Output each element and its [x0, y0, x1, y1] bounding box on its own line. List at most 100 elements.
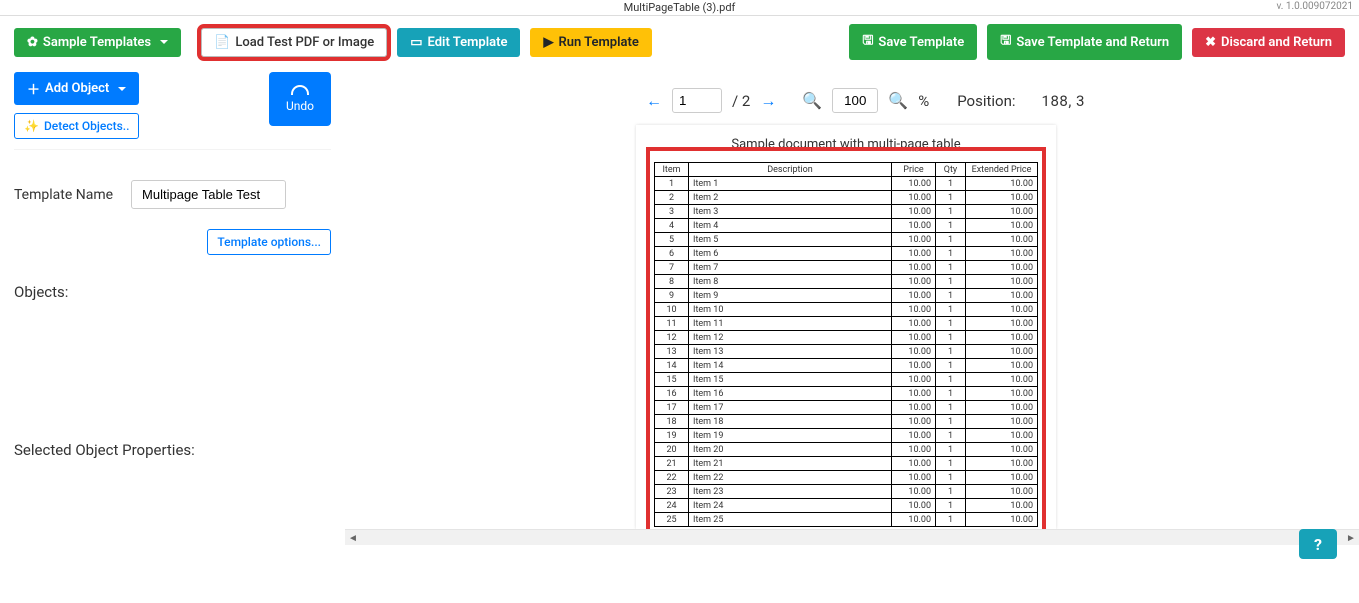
- cell-item: 21: [655, 457, 689, 471]
- undo-button[interactable]: Undo: [269, 72, 331, 126]
- table-row: 8Item 810.00110.00: [655, 275, 1038, 289]
- cell-price: 10.00: [892, 373, 936, 387]
- cell-extended: 10.00: [966, 373, 1038, 387]
- run-template-button[interactable]: ▶ Run Template: [530, 28, 651, 57]
- cell-extended: 10.00: [966, 233, 1038, 247]
- add-object-dropdown[interactable]: ＋ Add Object: [14, 72, 139, 105]
- cell-item: 10: [655, 303, 689, 317]
- detect-objects-button[interactable]: ✨ Detect Objects..: [14, 113, 139, 139]
- discard-return-label: Discard and Return: [1221, 35, 1332, 50]
- cell-extended: 10.00: [966, 345, 1038, 359]
- cell-price: 10.00: [892, 317, 936, 331]
- cell-description: Item 7: [689, 261, 892, 275]
- cell-description: Item 12: [689, 331, 892, 345]
- cell-qty: 1: [936, 429, 966, 443]
- cell-item: 6: [655, 247, 689, 261]
- cell-qty: 1: [936, 247, 966, 261]
- prev-page-button[interactable]: ←: [646, 91, 662, 111]
- scroll-left-button[interactable]: ◄: [345, 530, 361, 546]
- cell-price: 10.00: [892, 191, 936, 205]
- page-number-input[interactable]: [672, 88, 722, 113]
- cell-item: 9: [655, 289, 689, 303]
- sample-templates-dropdown[interactable]: ✿ Sample Templates: [14, 28, 181, 57]
- cell-description: Item 25: [689, 513, 892, 527]
- cell-qty: 1: [936, 331, 966, 345]
- zoom-in-button[interactable]: 🔍: [888, 91, 908, 110]
- cell-qty: 1: [936, 345, 966, 359]
- save-icon: 🖫: [1000, 31, 1011, 53]
- horizontal-scrollbar[interactable]: ◄ ►: [345, 529, 1359, 545]
- scroll-right-button[interactable]: ►: [1343, 530, 1359, 546]
- template-name-input[interactable]: [131, 180, 286, 209]
- cell-item: 2: [655, 191, 689, 205]
- cell-qty: 1: [936, 177, 966, 191]
- cell-item: 25: [655, 513, 689, 527]
- cell-item: 12: [655, 331, 689, 345]
- cell-qty: 1: [936, 373, 966, 387]
- cell-item: 5: [655, 233, 689, 247]
- cell-description: Item 20: [689, 443, 892, 457]
- cell-extended: 10.00: [966, 303, 1038, 317]
- app-version: v. 1.0.009072021: [1276, 1, 1353, 12]
- cell-price: 10.00: [892, 401, 936, 415]
- cell-price: 10.00: [892, 513, 936, 527]
- edit-template-button[interactable]: ▭ Edit Template: [397, 28, 520, 57]
- cell-description: Item 18: [689, 415, 892, 429]
- table-row: 3Item 310.00110.00: [655, 205, 1038, 219]
- cell-price: 10.00: [892, 261, 936, 275]
- cell-qty: 1: [936, 317, 966, 331]
- cell-price: 10.00: [892, 359, 936, 373]
- cell-extended: 10.00: [966, 457, 1038, 471]
- next-page-button[interactable]: →: [760, 91, 776, 111]
- cell-extended: 10.00: [966, 205, 1038, 219]
- cell-extended: 10.00: [966, 471, 1038, 485]
- objects-section-label: Objects:: [14, 283, 331, 301]
- save-template-button[interactable]: 🖫 Save Template: [849, 24, 977, 60]
- cell-price: 10.00: [892, 219, 936, 233]
- table-row: 6Item 610.00110.00: [655, 247, 1038, 261]
- discard-return-button[interactable]: ✖ Discard and Return: [1192, 28, 1345, 57]
- cell-description: Item 4: [689, 219, 892, 233]
- table-row: 14Item 1410.00110.00: [655, 359, 1038, 373]
- cell-extended: 10.00: [966, 191, 1038, 205]
- table-row: 13Item 1310.00110.00: [655, 345, 1038, 359]
- cell-description: Item 16: [689, 387, 892, 401]
- document-page[interactable]: Sample document with multi-page table It…: [636, 125, 1056, 529]
- load-test-button[interactable]: 📄 Load Test PDF or Image: [201, 28, 387, 57]
- cell-item: 4: [655, 219, 689, 233]
- help-button[interactable]: ?: [1299, 529, 1337, 559]
- col-description: Description: [689, 163, 892, 177]
- cell-qty: 1: [936, 275, 966, 289]
- cell-qty: 1: [936, 359, 966, 373]
- page-total-label: / 2: [732, 92, 750, 110]
- cell-price: 10.00: [892, 177, 936, 191]
- wand-icon: ✨: [24, 119, 39, 133]
- table-row: 10Item 1010.00110.00: [655, 303, 1038, 317]
- col-extended: Extended Price: [966, 163, 1038, 177]
- table-row: 12Item 1210.00110.00: [655, 331, 1038, 345]
- save-return-label: Save Template and Return: [1016, 35, 1169, 50]
- zoom-input[interactable]: [832, 88, 878, 113]
- cell-description: Item 5: [689, 233, 892, 247]
- cell-extended: 10.00: [966, 331, 1038, 345]
- table-row: 25Item 2510.00110.00: [655, 513, 1038, 527]
- cell-extended: 10.00: [966, 485, 1038, 499]
- cell-description: Item 19: [689, 429, 892, 443]
- cell-price: 10.00: [892, 387, 936, 401]
- cell-description: Item 22: [689, 471, 892, 485]
- zoom-out-button[interactable]: 🔍: [802, 91, 822, 110]
- cell-price: 10.00: [892, 303, 936, 317]
- table-row: 23Item 2310.00110.00: [655, 485, 1038, 499]
- cell-item: 20: [655, 443, 689, 457]
- undo-icon: [291, 85, 309, 95]
- cell-item: 11: [655, 317, 689, 331]
- cell-qty: 1: [936, 289, 966, 303]
- save-return-button[interactable]: 🖫 Save Template and Return: [987, 24, 1182, 60]
- add-object-label: Add Object: [45, 81, 109, 96]
- template-name-label: Template Name: [14, 187, 113, 203]
- cell-item: 18: [655, 415, 689, 429]
- table-row: 15Item 1510.00110.00: [655, 373, 1038, 387]
- cell-extended: 10.00: [966, 317, 1038, 331]
- cell-price: 10.00: [892, 471, 936, 485]
- template-options-button[interactable]: Template options...: [207, 229, 331, 255]
